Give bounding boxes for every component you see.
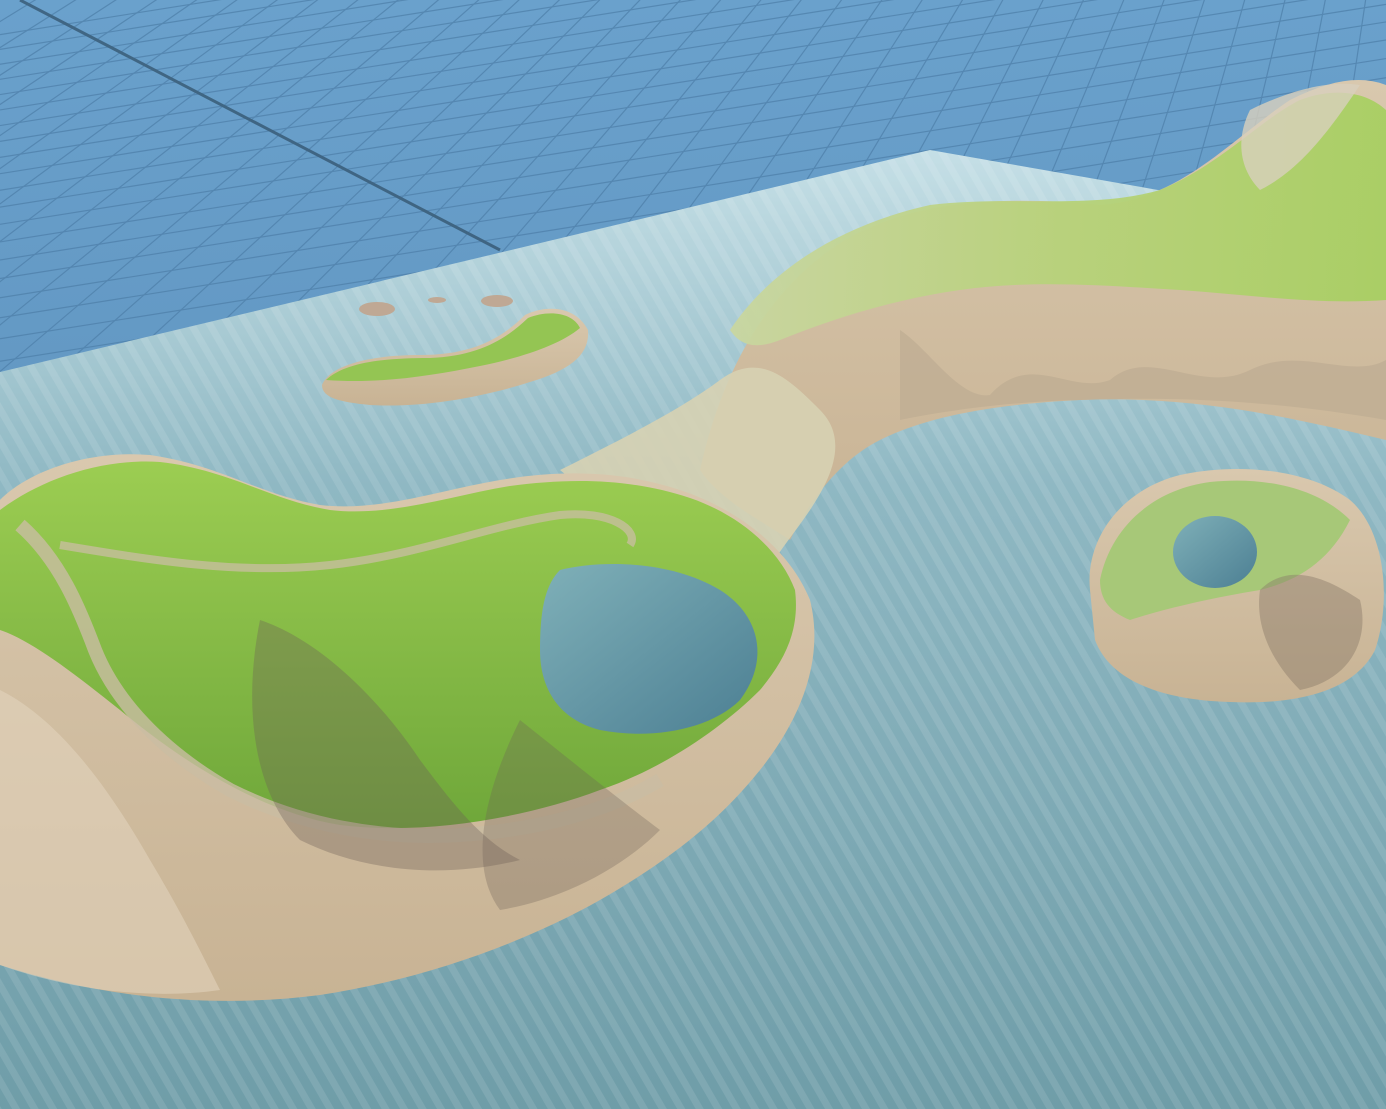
crater-island-right[interactable] [1089,468,1384,703]
crater-lake [1173,516,1257,588]
rock-3[interactable] [481,295,513,307]
scene-canvas[interactable] [0,0,1386,1109]
rock-1[interactable] [359,302,395,316]
rock-2[interactable] [428,297,446,303]
game-viewport[interactable] [0,0,1386,1109]
